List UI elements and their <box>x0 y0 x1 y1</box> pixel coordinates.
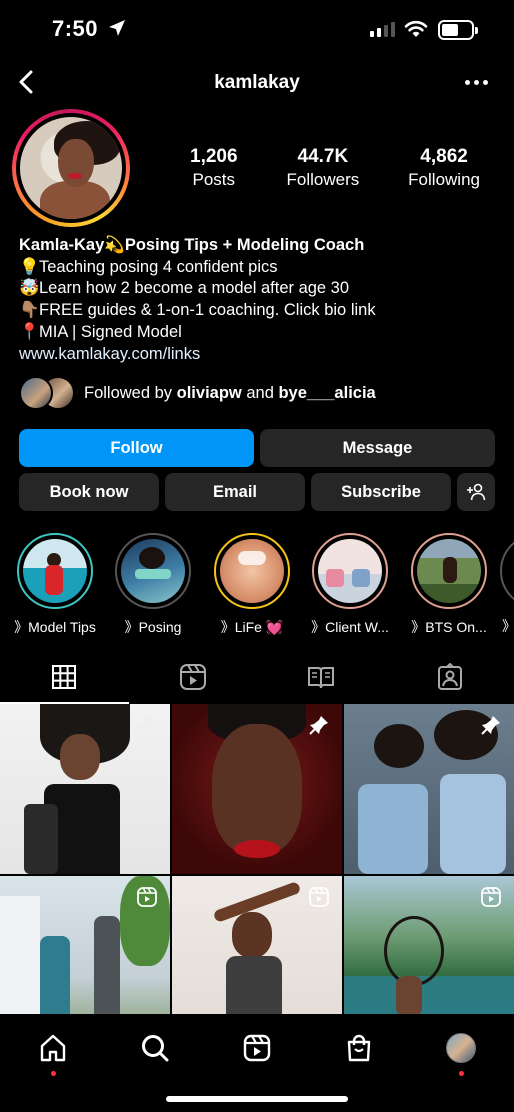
subscribe-button[interactable]: Subscribe <box>311 473 451 511</box>
home-icon <box>40 1034 66 1062</box>
notification-dot <box>50 1071 56 1076</box>
mutual-user-2: bye___alicia <box>278 383 376 402</box>
home-indicator <box>166 1096 348 1102</box>
highlight-life[interactable]: 》LiFe 💓 <box>206 533 298 637</box>
email-button[interactable]: Email <box>165 473 305 511</box>
followed-by[interactable]: Followed by oliviapw and bye___alicia <box>19 376 376 410</box>
profile-header: kamlakay <box>0 60 514 106</box>
grid-icon <box>52 665 77 689</box>
bio-line-text: Learn how 2 become a model after age 30 <box>39 279 350 298</box>
posts-grid <box>0 704 514 1014</box>
nav-profile[interactable] <box>439 1026 483 1076</box>
battery-icon <box>438 20 478 40</box>
bio-link[interactable]: www.kamlakay.com/links <box>19 344 499 366</box>
tab-posts[interactable] <box>0 650 129 704</box>
pin-icon <box>309 716 328 735</box>
pin-emoji: 📍 <box>19 322 40 341</box>
guides-icon <box>308 667 335 689</box>
suggested-accounts-button[interactable] <box>457 473 495 511</box>
wifi-icon <box>404 20 428 37</box>
tagged-icon <box>437 663 462 690</box>
reel-icon <box>137 887 157 907</box>
profile-avatar[interactable] <box>12 109 130 227</box>
more-options-icon[interactable] <box>465 80 488 85</box>
dizzy-emoji: 💫 <box>104 236 125 254</box>
bio-line: 🤯Learn how 2 become a model after age 30 <box>19 278 499 300</box>
highlight-label: 》BTS On... <box>411 619 487 635</box>
following-count[interactable]: 4,862 Following <box>408 146 480 191</box>
nav-shop[interactable] <box>337 1026 381 1070</box>
pointing-down-emoji: 👇🏽 <box>19 301 40 320</box>
highlight-model-tips[interactable]: 》Model Tips <box>9 533 101 637</box>
lightbulb-emoji: 💡 <box>19 257 40 276</box>
pin-icon <box>481 716 500 735</box>
highlight-posing[interactable]: 》Posing <box>107 533 199 637</box>
post-thumbnail[interactable] <box>344 704 514 874</box>
bio-line: 📍MIA | Signed Model <box>19 322 499 344</box>
pin-icon <box>137 716 156 735</box>
profile-stats: 1,206 Posts 44.7K Followers 4,862 Follow… <box>190 146 480 191</box>
post-thumbnail[interactable] <box>172 876 342 1014</box>
nav-reels[interactable] <box>235 1026 279 1070</box>
highlight-bts[interactable]: 》BTS On... <box>403 533 495 637</box>
bio-name-line: Kamla-Kay💫Posing Tips + Modeling Coach <box>19 235 499 257</box>
bio-line-text: FREE guides & 1-on-1 coaching. Click bio… <box>39 301 376 320</box>
bio-line: 👇🏽FREE guides & 1-on-1 coaching. Click b… <box>19 300 499 322</box>
highlight-label: 》Posing <box>124 619 182 635</box>
followed-by-text: Followed by oliviapw and bye___alicia <box>84 383 376 402</box>
reels-icon <box>243 1034 271 1062</box>
post-thumbnail[interactable] <box>0 876 170 1014</box>
shopping-bag-icon <box>347 1034 371 1062</box>
search-icon <box>142 1035 169 1062</box>
bio-line-text: MIA | Signed Model <box>39 322 182 341</box>
post-thumbnail[interactable] <box>344 876 514 1014</box>
highlight-client-wins[interactable]: 》Client W... <box>304 533 396 637</box>
bio-line: 💡Teaching posing 4 confident pics <box>19 257 499 279</box>
add-person-icon <box>467 483 486 501</box>
bio-line-text: Teaching posing 4 confident pics <box>39 257 278 276</box>
book-now-button[interactable]: Book now <box>19 473 159 511</box>
follow-button[interactable]: Follow <box>19 429 254 467</box>
post-thumbnail[interactable] <box>172 704 342 874</box>
profile-username: kamlakay <box>214 72 300 93</box>
tab-guides[interactable] <box>257 650 386 704</box>
notification-dot <box>458 1071 464 1076</box>
mind-blown-emoji: 🤯 <box>19 279 40 298</box>
tab-reels[interactable] <box>129 650 258 704</box>
posts-count[interactable]: 1,206 Posts <box>190 146 238 191</box>
highlight-partial[interactable] <box>500 533 514 609</box>
reel-icon <box>309 887 329 907</box>
tab-tagged[interactable] <box>386 650 514 704</box>
profile-tabs <box>0 650 514 704</box>
highlight-label: 》LiFe 💓 <box>220 619 284 635</box>
message-button[interactable]: Message <box>260 429 495 467</box>
reel-icon <box>481 887 501 907</box>
bio-category: Posing Tips + Modeling Coach <box>124 236 365 254</box>
reels-icon <box>179 664 206 690</box>
avatar <box>19 376 53 410</box>
display-name: Kamla-Kay <box>19 236 105 254</box>
post-thumbnail[interactable] <box>0 704 170 874</box>
cellular-signal-icon <box>370 22 395 37</box>
highlight-label: 》Client W... <box>311 619 389 635</box>
status-bar: 7:50 <box>0 0 514 60</box>
highlight-chevron: 》 <box>502 616 514 636</box>
mutual-avatars <box>19 376 77 410</box>
nav-search[interactable] <box>133 1026 177 1070</box>
profile-bio: Kamla-Kay💫Posing Tips + Modeling Coach 💡… <box>19 235 499 365</box>
nav-home[interactable] <box>31 1026 75 1076</box>
location-arrow-icon <box>109 20 125 36</box>
highlight-label: 》Model Tips <box>14 619 96 635</box>
clock: 7:50 <box>52 16 99 41</box>
followers-count[interactable]: 44.7K Followers <box>286 146 359 191</box>
mutual-user-1: oliviapw <box>176 383 242 402</box>
avatar <box>446 1033 476 1063</box>
